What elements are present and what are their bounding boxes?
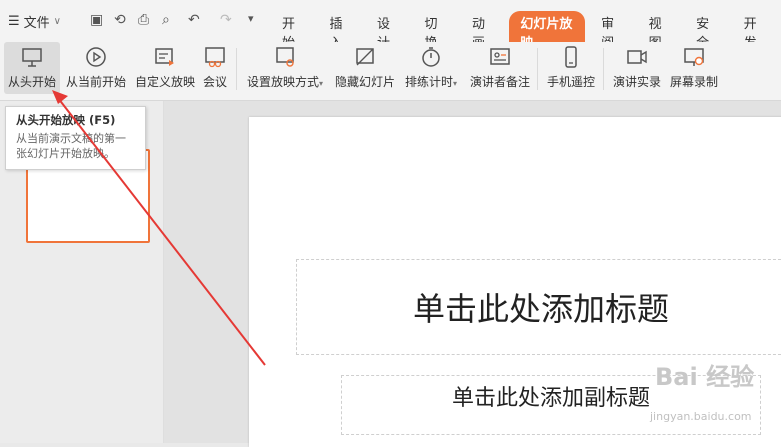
menu-icon: ☰ (8, 14, 20, 29)
ribbon-separator (236, 48, 237, 90)
ribbon-toolbar: 从头开始 从当前开始 自定义放映 会议 设置放映方式▾ 隐藏幻灯片 排练计时▾ … (0, 42, 781, 101)
start-from-beginning-label: 从头开始 (7, 75, 56, 89)
redo-icon[interactable]: ↷ (220, 12, 232, 28)
file-menu-label: 文件 (23, 16, 50, 31)
speaker-notes-label: 演讲者备注 (469, 75, 530, 89)
setup-slideshow-label: 设置放映方式 (246, 75, 319, 89)
chevron-down-icon: ∨ (53, 16, 61, 27)
record-presentation-label: 演讲实录 (612, 75, 661, 89)
screen-record-label: 屏幕录制 (669, 75, 718, 89)
setup-slideshow-button[interactable]: 设置放映方式▾ (243, 42, 327, 94)
custom-slideshow-label: 自定义放映 (134, 75, 195, 89)
title-bar: ☰ 文件 ∨ ▣ ⟲ ⎙ ⌕ ↶ ↷ ▾ 开始 插入 设计 切换 动画 幻灯片放… (0, 0, 781, 53)
speaker-notes-button[interactable]: 演讲者备注 (468, 42, 532, 94)
hide-slide-icon (356, 48, 374, 66)
meeting-label: 会议 (202, 75, 227, 89)
dropdown-arrow-icon: ▾ (453, 79, 458, 88)
speaker-notes-icon (490, 48, 510, 65)
ribbon-separator (537, 48, 538, 90)
phone-icon (565, 46, 577, 68)
phone-remote-label: 手机遥控 (546, 75, 595, 89)
start-from-beginning-button[interactable]: 从头开始 (4, 42, 60, 94)
record-presentation-button[interactable]: 演讲实录 (610, 42, 664, 94)
tooltip: 从头开始放映 (F5) 从当前演示文稿的第一张幻灯片开始放映。 (5, 106, 146, 170)
tooltip-title: 从头开始放映 (F5) (16, 113, 116, 127)
play-circle-icon (86, 47, 106, 67)
rehearse-timing-label: 排练计时 (404, 75, 453, 89)
timer-icon (422, 47, 440, 67)
screen-record-icon (684, 48, 704, 66)
save-icon[interactable]: ▣ (90, 12, 103, 28)
settings-screen-icon (276, 47, 294, 67)
tooltip-description: 从当前演示文稿的第一张幻灯片开始放映。 (16, 132, 126, 160)
customize-toolbar-icon[interactable]: ▾ (248, 12, 254, 25)
rehearse-timing-button[interactable]: 排练计时▾ (402, 42, 460, 94)
watermark-url: jingyan.baidu.com (650, 410, 752, 423)
watermark-logo: Bai 经验 (655, 363, 755, 391)
hide-slide-button[interactable]: 隐藏幻灯片 (333, 42, 397, 94)
slideshow-screen-icon (22, 48, 42, 67)
record-video-icon (627, 50, 647, 64)
ribbon-separator (603, 48, 604, 90)
start-from-current-button[interactable]: 从当前开始 (64, 42, 128, 94)
undo-icon[interactable]: ↶ (188, 12, 200, 28)
print-preview-icon[interactable]: ⌕ (162, 12, 170, 28)
dropdown-arrow-icon: ▾ (319, 79, 324, 88)
meeting-icon (205, 47, 225, 68)
start-from-current-label: 从当前开始 (65, 75, 126, 89)
hide-slide-label: 隐藏幻灯片 (334, 75, 395, 89)
screen-record-button[interactable]: 屏幕录制 (667, 42, 721, 94)
title-placeholder[interactable]: 单击此处添加标题 (296, 259, 781, 355)
print-icon[interactable]: ⎙ (138, 12, 149, 28)
custom-slideshow-button[interactable]: 自定义放映 (133, 42, 197, 94)
meeting-button[interactable]: 会议 (200, 42, 230, 94)
phone-remote-button[interactable]: 手机遥控 (544, 42, 598, 94)
custom-slideshow-icon (155, 48, 174, 66)
file-menu[interactable]: ☰ 文件 ∨ (8, 12, 61, 31)
undo-history-icon[interactable]: ⟲ (114, 12, 126, 28)
